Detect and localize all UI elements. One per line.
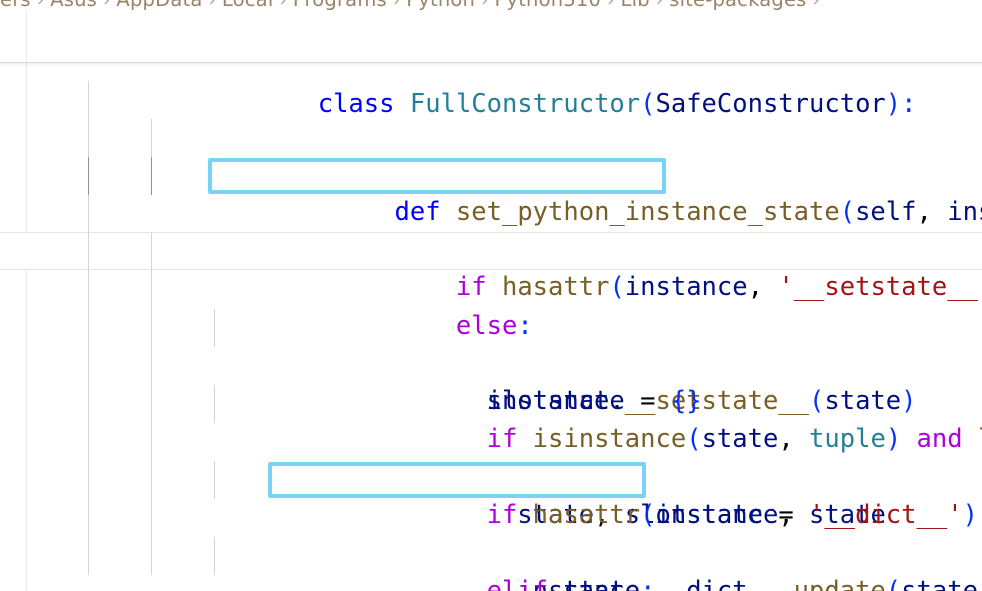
token-keyword-elif: elif [487, 576, 548, 591]
token-var-state: state [563, 576, 640, 591]
breadcrumb-crumb[interactable]: Local [222, 0, 274, 11]
token-string-dict: '__dict__' [809, 500, 963, 531]
breadcrumb-separator-icon: › [208, 0, 216, 11]
token-param-instance: instance [947, 196, 982, 227]
breadcrumb-separator-icon: › [103, 0, 111, 11]
breadcrumb-crumb[interactable]: ers [0, 0, 31, 11]
token-builtin-hasattr: hasattr [532, 500, 641, 531]
breadcrumb-crumb[interactable]: Asus [50, 0, 97, 11]
breadcrumb-crumb[interactable]: AppData [116, 0, 202, 11]
breadcrumb-separator-icon: › [607, 0, 615, 11]
token-var-instance: instance [655, 500, 779, 531]
breadcrumb-crumb[interactable]: Python [406, 0, 475, 11]
token-paren: ( [640, 89, 656, 120]
token-keyword-if: if [486, 424, 518, 455]
breadcrumb-separator-icon: › [36, 0, 45, 11]
token-class-name: FullConstructor [409, 89, 641, 120]
token-colon: : [901, 89, 917, 120]
token-keyword-def: def [394, 196, 441, 227]
token-method-update: update [793, 575, 886, 591]
token-attr-dict: __dict__ [655, 575, 779, 591]
token-string-setstate: '__setstate__' [778, 272, 982, 303]
token-param-self: self [855, 196, 917, 227]
token-paren: ) [885, 89, 902, 120]
editor-window: ers › Asus › AppData › Local › Programs › Python › P… [0, 0, 982, 591]
breadcrumb-separator-icon: › [812, 0, 820, 11]
token-base-class: SafeConstructor [655, 89, 886, 120]
breadcrumb-separator-icon: › [481, 0, 489, 11]
token-var-state: state [901, 575, 978, 591]
breadcrumb-crumb[interactable]: Python310 [495, 0, 602, 11]
token-var-instance: instance [624, 272, 748, 303]
breadcrumb-crumb[interactable]: site-packages [669, 0, 806, 11]
breadcrumb-crumb[interactable]: Programs [293, 0, 387, 11]
token-builtin-len: len [978, 424, 982, 454]
breadcrumb[interactable]: ers › Asus › AppData › Local › Programs › Python › P… [0, 0, 982, 11]
breadcrumb-separator-icon: › [279, 0, 287, 11]
breadcrumb-separator-icon: › [655, 0, 664, 11]
token-keyword-class: class [317, 89, 395, 120]
code-line-sticky-class[interactable]: class FullConstructor(SafeConstructor): [0, 11, 917, 119]
token-keyword-and: and [916, 424, 963, 455]
token-keyword-if: if [486, 500, 518, 531]
token-var-state: state [701, 424, 779, 455]
token-function-name: set_python_instance_state [455, 196, 840, 227]
breadcrumb-crumb[interactable]: Lib [621, 0, 650, 11]
code-editor-surface[interactable]: class FullConstructor(SafeConstructor): … [0, 11, 982, 591]
breadcrumb-separator-icon: › [392, 0, 401, 11]
token-keyword-else: else [455, 310, 518, 341]
token-builtin-isinstance: isinstance [532, 424, 687, 455]
token-type-tuple: tuple [809, 424, 886, 455]
